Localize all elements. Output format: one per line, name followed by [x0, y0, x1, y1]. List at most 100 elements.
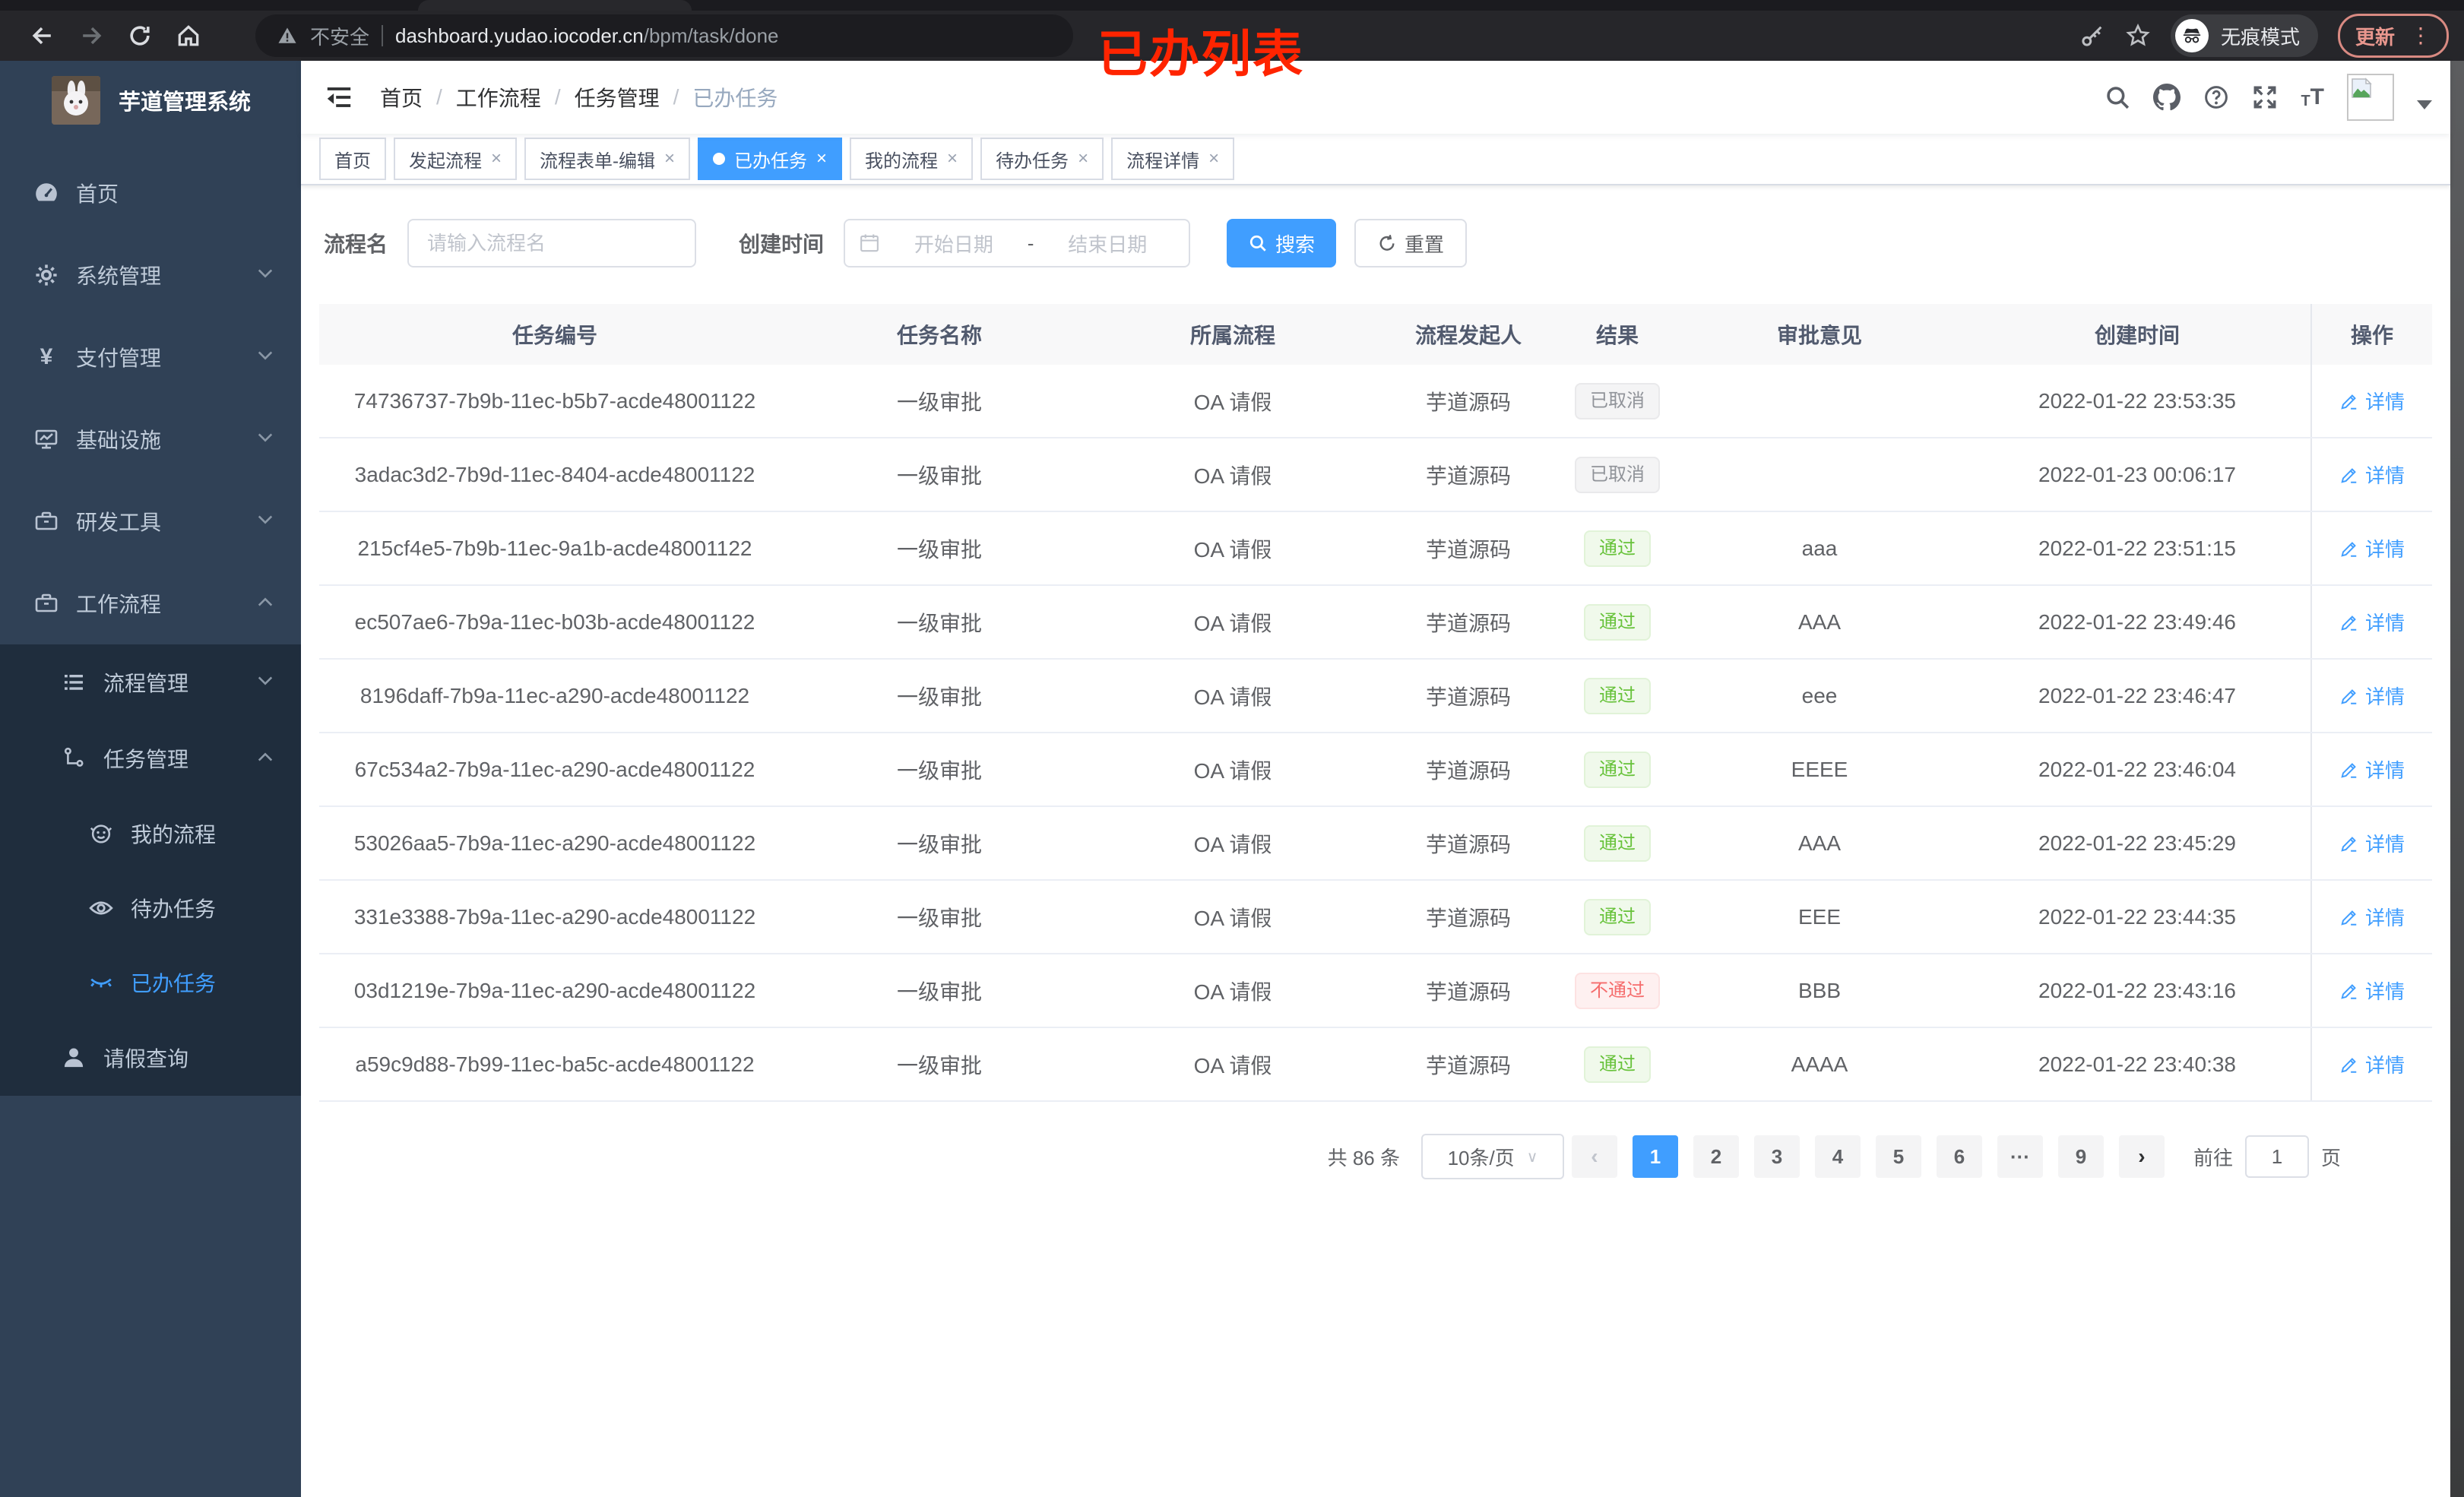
incognito-badge[interactable]: 无痕模式 — [2170, 14, 2318, 57]
sidebar-item-home[interactable]: 首页 — [0, 152, 301, 234]
forward-icon[interactable] — [67, 14, 116, 57]
process-name-input[interactable] — [407, 219, 697, 267]
incognito-label: 无痕模式 — [2220, 25, 2300, 49]
breadcrumb-item-home[interactable]: 首页 — [380, 82, 423, 112]
page-button-4[interactable]: 4 — [1814, 1135, 1861, 1178]
browser-active-tab[interactable] — [418, 0, 692, 11]
page-size-select[interactable]: 10条/页 ∨ — [1420, 1134, 1564, 1179]
sidebar-item-process-mgmt[interactable]: 流程管理 — [0, 644, 301, 720]
browser-menu-icon[interactable]: ⋮ — [2410, 25, 2431, 46]
table-row: 331e3388-7b9a-11ec-a290-acde48001122 一级审… — [319, 881, 2432, 954]
tab-my-process[interactable]: 我的流程 × — [850, 138, 974, 180]
process-name: OA 请假 — [1193, 758, 1272, 783]
edit-icon — [2341, 910, 2357, 926]
logo-rabbit-image — [52, 76, 100, 125]
close-icon[interactable]: × — [491, 150, 502, 168]
question-icon[interactable] — [2203, 84, 2229, 110]
update-button[interactable]: 更新 ⋮ — [2337, 14, 2449, 58]
close-icon[interactable]: × — [664, 150, 675, 168]
dropdown-caret[interactable] — [2417, 100, 2432, 109]
sidebar-item-system[interactable]: 系统管理 — [0, 234, 301, 316]
security-warning-icon[interactable] — [277, 25, 298, 46]
breadcrumb-item-workflow[interactable]: 工作流程 — [456, 82, 541, 112]
detail-button[interactable]: 详情 — [2339, 755, 2405, 783]
detail-button[interactable]: 详情 — [2339, 903, 2405, 931]
reload-icon[interactable] — [116, 14, 164, 57]
url-text[interactable]: dashboard.yudao.iocoder.cn/bpm/task/done — [395, 24, 778, 48]
page-button-6[interactable]: 6 — [1936, 1135, 1982, 1178]
search-icon[interactable] — [2105, 84, 2130, 110]
detail-button[interactable]: 详情 — [2339, 682, 2405, 710]
task-name: 一级审批 — [896, 685, 982, 709]
more-pages-button[interactable]: ··· — [1997, 1135, 2043, 1178]
sidebar-item-done-task[interactable]: 已办任务 — [0, 945, 301, 1020]
page-button-3[interactable]: 3 — [1753, 1135, 1800, 1178]
back-icon[interactable] — [18, 14, 67, 57]
sidebar-item-leave-query[interactable]: 请假查询 — [0, 1020, 301, 1096]
chevron-icon — [257, 267, 274, 280]
goto-page-input[interactable] — [2244, 1135, 2309, 1178]
browser-tabstrip — [0, 0, 2464, 11]
close-icon[interactable]: × — [947, 150, 958, 168]
search-button[interactable]: 搜索 — [1227, 219, 1337, 267]
detail-button[interactable]: 详情 — [2339, 608, 2405, 636]
toolbox-icon — [33, 590, 59, 616]
page-button-2[interactable]: 2 — [1693, 1135, 1739, 1178]
breadcrumb-item-task-mgmt[interactable]: 任务管理 — [575, 82, 660, 112]
reset-button[interactable]: 重置 — [1354, 219, 1468, 267]
key-icon[interactable] — [2079, 23, 2105, 49]
tab-home[interactable]: 首页 — [319, 138, 386, 180]
page-button-1[interactable]: 1 — [1632, 1135, 1678, 1178]
create-time-label: 创建时间 — [739, 233, 825, 256]
sidebar-item-task-mgmt[interactable]: 任务管理 — [0, 720, 301, 796]
active-dot — [713, 153, 726, 165]
sidebar-item-infra[interactable]: 基础设施 — [0, 398, 301, 480]
github-icon[interactable] — [2153, 84, 2181, 111]
task-name: 一级审批 — [896, 390, 982, 414]
tab-start-proc[interactable]: 发起流程 × — [394, 138, 518, 180]
date-range-picker[interactable]: 开始日期 - 结束日期 — [844, 219, 1191, 267]
sidebar-item-workflow[interactable]: 工作流程 — [0, 562, 301, 644]
home-icon[interactable] — [164, 14, 213, 57]
sidebar-item-payment[interactable]: ¥ 支付管理 — [0, 316, 301, 398]
process-starter: 芋道源码 — [1425, 758, 1511, 783]
tab-todo-task[interactable]: 待办任务 × — [980, 138, 1104, 180]
address-bar[interactable]: 不安全 dashboard.yudao.iocoder.cn/bpm/task/… — [255, 14, 1073, 57]
prev-page-button[interactable]: ‹ — [1571, 1135, 1617, 1178]
annotation-done-list: 已办列表 — [1097, 26, 1304, 82]
tab-done-task[interactable]: 已办任务 × — [698, 138, 843, 180]
chevron-icon — [257, 514, 274, 526]
sidebar-item-dev-tools[interactable]: 研发工具 — [0, 480, 301, 562]
detail-button[interactable]: 详情 — [2339, 976, 2405, 1005]
detail-button[interactable]: 详情 — [2339, 387, 2405, 415]
close-icon[interactable]: × — [1208, 150, 1219, 168]
avatar[interactable] — [2347, 74, 2394, 121]
process-starter: 芋道源码 — [1425, 1053, 1511, 1078]
detail-button[interactable]: 详情 — [2339, 1050, 2405, 1078]
create-time: 2022-01-22 23:46:04 — [2038, 757, 2236, 781]
table-row: ec507ae6-7b9a-11ec-b03b-acde48001122 一级审… — [319, 586, 2432, 660]
table-row: 03d1219e-7b9a-11ec-a290-acde48001122 一级审… — [319, 954, 2432, 1028]
edit-icon — [2341, 836, 2357, 852]
page-button-9[interactable]: 9 — [2057, 1135, 2104, 1178]
close-icon[interactable]: × — [816, 150, 827, 168]
create-time: 2022-01-22 23:53:35 — [2038, 388, 2236, 413]
end-date-placeholder[interactable]: 结束日期 — [1040, 229, 1175, 258]
page-button-5[interactable]: 5 — [1875, 1135, 1921, 1178]
edit-icon — [2341, 1057, 2357, 1073]
hamburger-icon[interactable] — [319, 78, 359, 117]
star-icon[interactable] — [2125, 23, 2151, 49]
detail-button[interactable]: 详情 — [2339, 829, 2405, 857]
detail-button[interactable]: 详情 — [2339, 460, 2405, 489]
tab-proc-detail[interactable]: 流程详情 × — [1111, 138, 1235, 180]
fullscreen-icon[interactable] — [2252, 84, 2278, 110]
detail-button[interactable]: 详情 — [2339, 534, 2405, 562]
start-date-placeholder[interactable]: 开始日期 — [886, 229, 1021, 258]
sidebar-item-todo-task[interactable]: 待办任务 — [0, 871, 301, 945]
process-name: OA 请假 — [1193, 980, 1272, 1004]
sidebar-item-my-process[interactable]: 我的流程 — [0, 796, 301, 871]
next-page-button[interactable]: › — [2118, 1135, 2165, 1178]
tab-form-edit[interactable]: 流程表单-编辑 × — [524, 138, 691, 180]
close-icon[interactable]: × — [1078, 150, 1088, 168]
font-size-icon[interactable]: TT — [2301, 86, 2324, 109]
